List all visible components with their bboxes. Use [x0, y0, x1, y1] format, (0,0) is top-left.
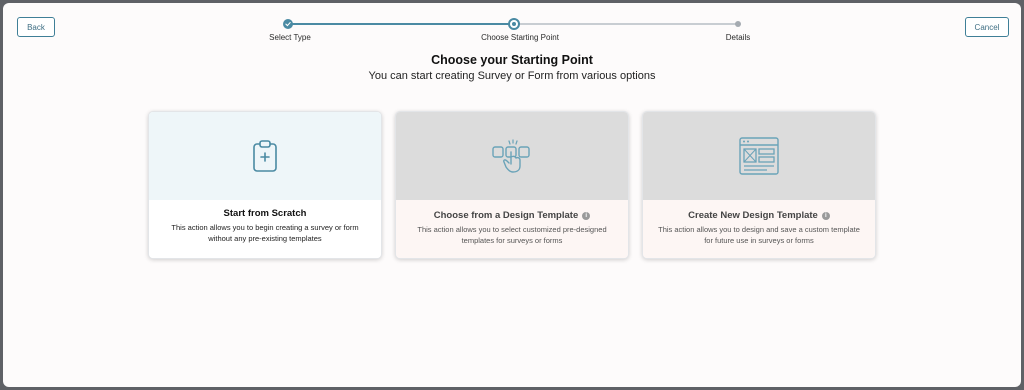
stepper-line-completed [291, 23, 513, 25]
clipboard-plus-icon [253, 140, 277, 172]
step-label-details: Details [725, 33, 751, 42]
wizard-window: Back Cancel Select Type Choose Starting … [3, 3, 1021, 387]
card-description-line: This action allows you to select customi… [417, 225, 607, 234]
hand-tap-template-icon [492, 139, 530, 173]
info-icon[interactable]: i [582, 211, 591, 220]
card-title-text: Create New Design Template [688, 210, 818, 221]
card-description-line: without any pre-existing templates [208, 234, 322, 243]
card-description-line: for future use in surveys or forms [704, 236, 814, 245]
stepper-line-upcoming [517, 23, 739, 25]
card-description: This action allows you to select customi… [396, 224, 628, 246]
card-title-text: Start from Scratch [223, 208, 307, 219]
card-title-text: Choose from a Design Template [433, 210, 579, 221]
card-title: Start from Scratch [149, 208, 381, 219]
card-description: This action allows you to design and sav… [643, 224, 875, 246]
card-description-line: This action allows you to begin creating… [171, 223, 359, 232]
page-title: Choose your Starting Point [431, 53, 593, 67]
card-description: This action allows you to begin creating… [149, 222, 381, 244]
step-current-indicator [508, 18, 520, 30]
card-create-design-template[interactable]: Create New Design Template i This action… [642, 111, 876, 259]
step-completed-check-icon [283, 19, 293, 29]
page-subtitle: You can start creating Survey or Form fr… [368, 70, 656, 82]
card-illustration [643, 112, 875, 200]
card-title: Choose from a Design Template i [396, 208, 628, 221]
step-label-select-type: Select Type [269, 33, 311, 42]
step-upcoming-indicator [735, 21, 741, 27]
card-title: Create New Design Template i [643, 208, 875, 221]
layout-template-icon [739, 137, 779, 175]
card-choose-design-template[interactable]: Choose from a Design Template i This act… [395, 111, 629, 259]
card-description-line: templates for surveys or forms [461, 236, 563, 245]
step-label-choose-starting-point: Choose Starting Point [481, 33, 559, 42]
card-illustration [396, 112, 628, 200]
card-illustration [149, 112, 381, 200]
progress-stepper: Select Type Choose Starting Point Detail… [3, 3, 1021, 53]
card-start-from-scratch[interactable]: Start from Scratch This action allows yo… [148, 111, 382, 259]
info-icon[interactable]: i [821, 211, 830, 220]
card-description-line: This action allows you to design and sav… [658, 225, 860, 234]
